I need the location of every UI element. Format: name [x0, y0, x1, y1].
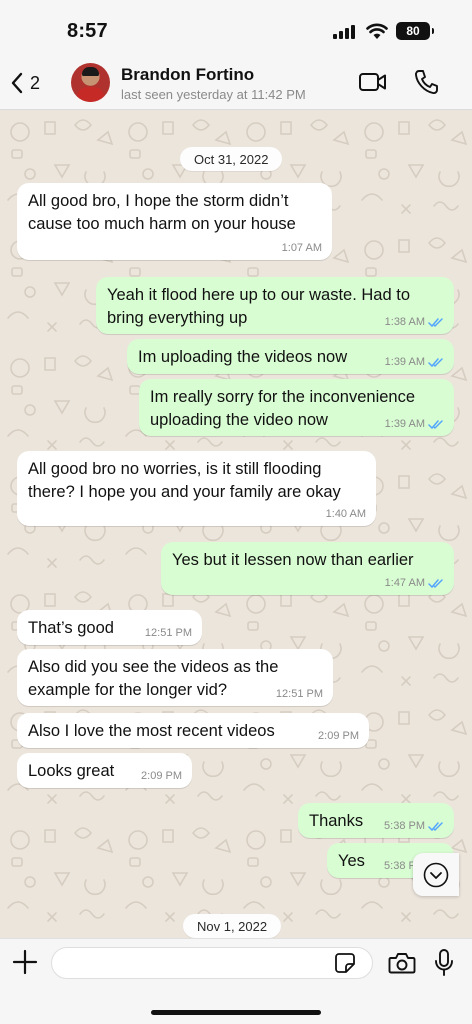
message-list[interactable]: Oct 31, 2022 All good bro, I hope the st… [0, 110, 472, 938]
message-text: Thanks [309, 812, 364, 830]
message-meta: 1:40 AM [326, 508, 366, 520]
camera-button[interactable] [388, 951, 416, 975]
message-meta: 12:51 PM [145, 627, 192, 639]
message-text: All good bro, I hope the storm didn’t ca… [28, 192, 296, 233]
battery-level: 80 [406, 24, 420, 38]
message-meta: 2:09 PM [141, 770, 182, 782]
message-input[interactable] [51, 947, 373, 979]
avatar[interactable] [71, 63, 110, 102]
message-meta: 1:39 AM [385, 418, 444, 430]
message-time: 2:09 PM [318, 730, 359, 742]
voice-call-button[interactable] [413, 68, 439, 96]
message-time: 1:38 AM [384, 316, 425, 328]
battery-icon: 80 [396, 22, 434, 40]
message-text: Looks great [28, 762, 115, 780]
home-indicator [151, 1010, 321, 1015]
message-time: 2:09 PM [141, 770, 182, 782]
microphone-icon [435, 949, 453, 976]
date-separator: Nov 1, 2022 [183, 914, 282, 938]
sticker-button[interactable] [334, 952, 356, 974]
incoming-message[interactable]: Also I love the most recent videos 2:09 … [17, 713, 369, 748]
message-meta: 1:39 AM [385, 356, 444, 368]
phone-icon [414, 70, 438, 95]
message-meta: 2:09 PM [318, 730, 359, 742]
message-meta: 1:47 AM [385, 577, 444, 589]
message-time: 12:51 PM [275, 688, 323, 700]
video-camera-icon [359, 73, 386, 91]
wifi-icon [366, 23, 388, 39]
unread-count: 2 [30, 72, 41, 93]
message-text: Im uploading the videos now [138, 348, 348, 366]
scroll-to-bottom-button[interactable] [413, 853, 459, 896]
camera-icon [388, 953, 416, 974]
attach-button[interactable] [12, 949, 38, 975]
incoming-message[interactable]: Also did you see the videos as the examp… [17, 649, 333, 706]
message-text: Im really sorry for the inconvenience up… [150, 388, 416, 429]
message-text: Yes [338, 852, 365, 870]
video-call-button[interactable] [358, 69, 388, 95]
message-meta: 5:38 PM [384, 820, 444, 832]
back-button[interactable]: 2 [10, 68, 40, 98]
incoming-message[interactable]: That’s good 12:51 PM [17, 610, 202, 645]
message-time: 1:47 AM [384, 577, 425, 589]
message-time: 1:39 AM [384, 418, 425, 430]
outgoing-message[interactable]: Im really sorry for the inconvenience up… [139, 379, 454, 436]
message-text: Yeah it flood here up to our waste. Had … [107, 286, 411, 327]
message-text: All good bro no worries, is it still flo… [28, 460, 341, 501]
outgoing-message[interactable]: Thanks 5:38 PM [298, 803, 454, 838]
message-meta: 12:51 PM [276, 688, 323, 700]
read-receipt-icon [428, 578, 443, 588]
voice-message-button[interactable] [434, 948, 454, 978]
message-time: 1:07 AM [281, 242, 322, 254]
outgoing-message[interactable]: Yeah it flood here up to our waste. Had … [96, 277, 454, 334]
message-meta: 1:07 AM [282, 242, 322, 254]
chevron-left-icon [11, 72, 23, 94]
date-separator: Oct 31, 2022 [180, 147, 283, 171]
message-text: That’s good [28, 619, 114, 637]
message-text: Also I love the most recent videos [28, 722, 275, 740]
read-receipt-icon [428, 821, 443, 831]
read-receipt-icon [428, 357, 443, 367]
message-time: 1:40 AM [325, 508, 366, 520]
outgoing-message[interactable]: Im uploading the videos now 1:39 AM [127, 339, 454, 374]
contact-name[interactable]: Brandon Fortino [121, 65, 254, 85]
incoming-message[interactable]: Looks great 2:09 PM [17, 753, 192, 788]
plus-icon [12, 949, 38, 975]
outgoing-message[interactable]: Yes but it lessen now than earlier 1:47 … [161, 542, 454, 595]
chevron-down-icon [423, 862, 449, 887]
message-text: Also did you see the videos as the examp… [28, 658, 279, 699]
status-bar: 8:57 80 [0, 0, 472, 56]
status-time: 8:57 [67, 20, 108, 42]
cellular-signal-icon [333, 25, 355, 39]
incoming-message[interactable]: All good bro no worries, is it still flo… [17, 451, 376, 526]
chat-header: 2 Brandon Fortino last seen yesterday at… [0, 56, 472, 110]
read-receipt-icon [428, 419, 443, 429]
sticker-icon [335, 953, 355, 973]
incoming-message[interactable]: All good bro, I hope the storm didn’t ca… [17, 183, 332, 260]
read-receipt-icon [428, 317, 443, 327]
message-time: 12:51 PM [144, 627, 192, 639]
message-time: 5:38 PM [384, 820, 425, 832]
message-time: 1:39 AM [384, 356, 425, 368]
last-seen-status: last seen yesterday at 11:42 PM [121, 87, 306, 102]
message-text: Yes but it lessen now than earlier [172, 551, 414, 569]
message-meta: 1:38 AM [385, 316, 444, 328]
